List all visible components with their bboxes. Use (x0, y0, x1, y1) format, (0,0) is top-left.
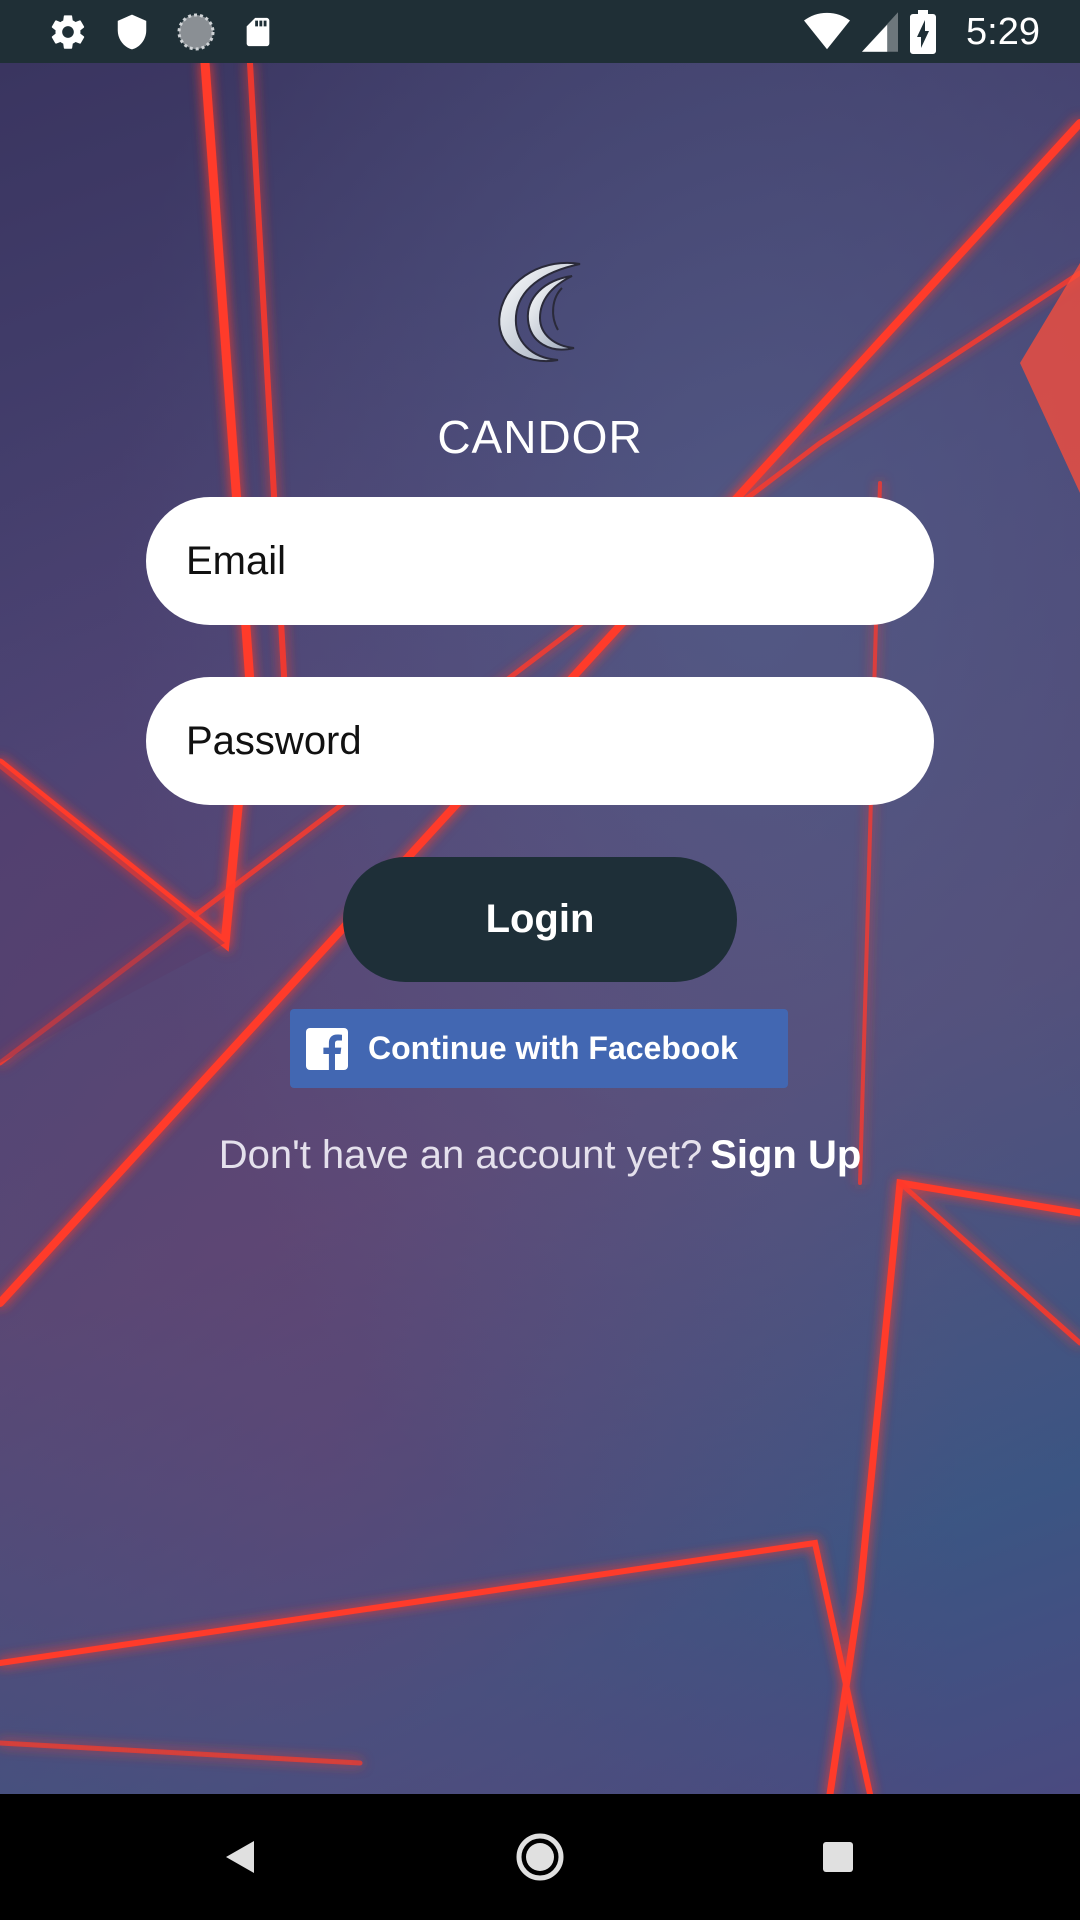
status-bar-left-icons (48, 12, 275, 52)
status-time: 5:29 (966, 11, 1040, 53)
status-bar: 5:29 (0, 0, 1080, 63)
sd-card-icon (241, 12, 275, 52)
signal-icon (862, 12, 899, 52)
email-field[interactable] (146, 497, 934, 625)
wifi-icon (804, 12, 851, 52)
facebook-icon (306, 1027, 348, 1070)
facebook-login-button[interactable]: Continue with Facebook (290, 1009, 788, 1088)
password-field[interactable] (146, 677, 934, 805)
sync-icon (176, 12, 216, 52)
candor-logo-icon (492, 258, 588, 370)
facebook-button-label: Continue with Facebook (368, 1030, 738, 1066)
settings-icon (48, 12, 88, 52)
home-icon[interactable] (507, 1824, 573, 1890)
back-icon[interactable] (208, 1824, 274, 1890)
battery-charging-icon (910, 10, 937, 54)
signup-prompt: Don't have an account yet? (218, 1133, 703, 1177)
signup-row: Don't have an account yet? Sign Up (0, 1133, 1080, 1178)
recents-icon[interactable] (805, 1824, 871, 1890)
shield-icon (113, 12, 151, 52)
brand-name: CANDOR (437, 411, 643, 463)
login-button[interactable]: Login (343, 857, 737, 982)
navigation-bar (0, 1794, 1080, 1920)
signup-link[interactable]: Sign Up (710, 1133, 861, 1177)
status-bar-right-icons: 5:29 (804, 10, 1040, 54)
